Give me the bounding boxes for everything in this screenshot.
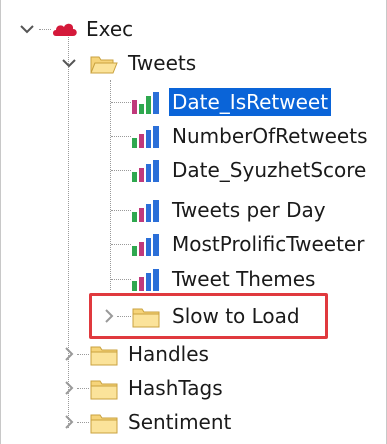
tree-item-label: Sentiment <box>128 410 232 434</box>
tree-connector <box>111 170 131 171</box>
tree-item-folder[interactable]: Handles <box>1 337 387 371</box>
tree-item-label: MostProlificTweeter <box>172 232 365 256</box>
tree-connector <box>111 210 131 211</box>
tree-item-report[interactable]: Date_IsRetweet <box>1 85 387 119</box>
bar-chart-icon <box>131 92 165 119</box>
tree-connector <box>77 354 89 355</box>
bar-chart-icon <box>131 234 165 261</box>
bar-chart-icon <box>131 126 165 153</box>
bar-chart-icon <box>131 160 165 187</box>
tree-item-label: Tweets <box>128 51 197 75</box>
tree-item-report[interactable]: Tweet Themes <box>1 262 387 296</box>
bar-chart-icon <box>131 269 165 296</box>
tree-item-report[interactable]: NumberOfRetweets <box>1 119 387 153</box>
highlight-box <box>89 293 328 339</box>
tree-item-tweets[interactable]: Tweets <box>1 46 387 80</box>
folder-icon <box>89 378 119 405</box>
tree-connector <box>111 136 131 137</box>
tree-connector <box>111 102 131 103</box>
open-folder-icon <box>89 53 119 80</box>
cloud-icon <box>51 19 79 44</box>
tree-item-label: NumberOfRetweets <box>172 124 368 148</box>
tree-item-report[interactable]: MostProlificTweeter <box>1 227 387 261</box>
chevron-right-icon[interactable] <box>59 378 79 398</box>
chevron-down-icon[interactable] <box>59 53 79 73</box>
tree-item-folder[interactable]: HashTags <box>1 371 387 405</box>
folder-icon <box>89 344 119 371</box>
folder-icon <box>89 412 119 439</box>
tree-connector <box>77 388 89 389</box>
chevron-down-icon[interactable] <box>17 19 37 39</box>
tree-item-folder[interactable]: Sentiment <box>1 405 387 439</box>
tree-item-label: Tweets per Day <box>172 198 326 222</box>
tree-connector <box>111 244 131 245</box>
tree-item-label: Date_IsRetweet <box>169 88 332 116</box>
tree-item-report[interactable]: Tweets per Day <box>1 193 387 227</box>
tree-connector <box>77 422 89 423</box>
tree-item-report[interactable]: Date_SyuzhetScore <box>1 153 387 187</box>
tree-item-label: Tweet Themes <box>172 267 316 291</box>
tree-item-exec[interactable]: Exec <box>1 12 387 46</box>
tree-item-label: Exec <box>86 17 134 41</box>
tree-connector <box>39 29 51 30</box>
tree-item-label: Handles <box>128 342 209 366</box>
tree-item-label: HashTags <box>128 376 223 400</box>
tree-item-label: Date_SyuzhetScore <box>172 158 367 182</box>
tree-panel: Exec Tweets Date_IsRetweet NumberOfRetwe… <box>0 0 387 444</box>
chevron-right-icon[interactable] <box>59 344 79 364</box>
chevron-right-icon[interactable] <box>59 412 79 432</box>
bar-chart-icon <box>131 200 165 227</box>
tree-connector <box>111 279 131 280</box>
